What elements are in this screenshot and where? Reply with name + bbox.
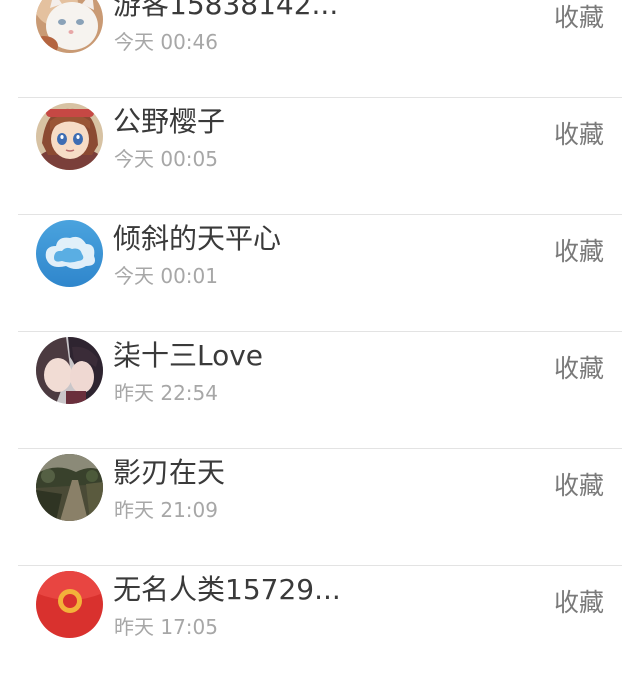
user-name[interactable]: 影刃在天: [113, 455, 225, 491]
white-kitten-avatar[interactable]: [36, 0, 103, 53]
user-list: 游客15838142... 今天 00:46 收藏 公野樱子 今天 00:05 …: [0, 0, 640, 678]
forest-path-avatar[interactable]: [36, 454, 103, 521]
timestamp: 今天 00:46: [114, 30, 218, 54]
timestamp: 今天 00:01: [114, 264, 218, 288]
heart-cloud-sky-avatar[interactable]: [36, 220, 103, 287]
favorite-button[interactable]: 收藏: [554, 118, 604, 152]
timestamp: 今天 00:05: [114, 147, 218, 171]
list-item[interactable]: 柒十三Love 昨天 22:54 收藏: [0, 332, 640, 449]
favorite-button[interactable]: 收藏: [554, 235, 604, 269]
user-name[interactable]: 无名人类15729...: [113, 572, 341, 608]
list-item[interactable]: 影刃在天 昨天 21:09 收藏: [0, 449, 640, 566]
favorite-button[interactable]: 收藏: [554, 469, 604, 503]
list-item[interactable]: 无名人类15729... 昨天 17:05 收藏: [0, 566, 640, 678]
timestamp: 昨天 17:05: [114, 615, 218, 639]
user-name[interactable]: 游客15838142...: [113, 0, 338, 23]
list-item[interactable]: 游客15838142... 今天 00:46 收藏: [0, 0, 640, 98]
favorite-button[interactable]: 收藏: [554, 1, 604, 35]
user-name[interactable]: 柒十三Love: [113, 338, 263, 374]
anime-couple-avatar[interactable]: [36, 337, 103, 404]
user-name[interactable]: 公野樱子: [113, 104, 225, 140]
favorite-button[interactable]: 收藏: [554, 352, 604, 386]
timestamp: 昨天 22:54: [114, 381, 218, 405]
anime-girl-avatar[interactable]: [36, 103, 103, 170]
list-item[interactable]: 倾斜的天平心 今天 00:01 收藏: [0, 215, 640, 332]
user-name[interactable]: 倾斜的天平心: [113, 221, 281, 257]
list-item[interactable]: 公野樱子 今天 00:05 收藏: [0, 98, 640, 215]
favorite-button[interactable]: 收藏: [554, 586, 604, 620]
timestamp: 昨天 21:09: [114, 498, 218, 522]
red-packet-avatar[interactable]: [36, 571, 103, 638]
